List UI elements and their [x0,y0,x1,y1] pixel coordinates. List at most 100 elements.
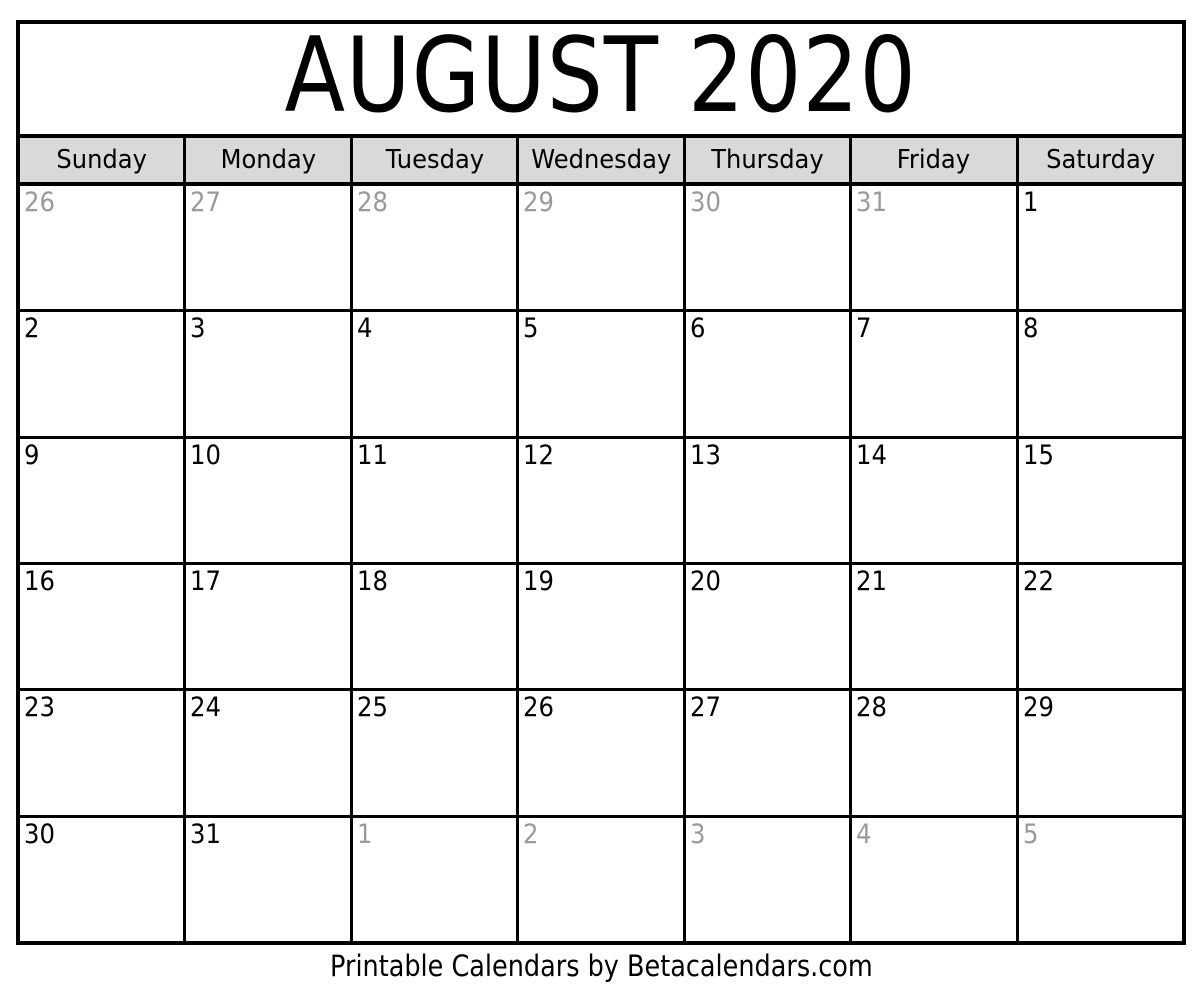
day-cell[interactable]: 10 [186,438,353,562]
weekday-label: Wednesday [530,145,671,175]
day-cell[interactable]: 21 [852,564,1019,689]
day-cell[interactable]: 9 [20,438,187,562]
day-cell[interactable]: 27 [186,186,353,310]
weekday-header-monday: Monday [186,138,353,182]
day-cell[interactable]: 19 [519,564,686,689]
day-cell[interactable]: 1 [1018,186,1182,310]
day-number: 24 [190,692,222,724]
weekday-label: Sunday [56,145,147,175]
day-number: 5 [523,313,539,345]
weekday-label: Thursday [711,145,824,175]
week-row: 23 24 25 26 27 28 29 [20,691,1182,818]
week-row: 26 27 28 29 30 31 1 [20,186,1182,313]
day-number: 12 [523,439,555,471]
day-cell[interactable]: 29 [519,186,686,310]
weekday-label: Monday [220,145,316,175]
day-number: 5 [1022,818,1038,850]
day-number: 1 [1022,187,1038,218]
day-number: 2 [24,313,40,345]
footer: Printable Calendars by Betacalendars.com [0,952,1202,981]
day-cell[interactable]: 31 [852,186,1019,310]
weekday-header-saturday: Saturday [1018,138,1182,182]
day-number: 10 [190,439,222,471]
day-cell[interactable]: 20 [685,564,853,689]
day-number: 21 [856,565,888,597]
day-number: 19 [523,565,555,597]
weekday-header-row: Sunday Monday Tuesday Wednesday Thursday… [20,138,1182,186]
day-cell[interactable]: 23 [20,691,187,815]
day-cell[interactable]: 18 [352,564,520,689]
day-cell[interactable]: 4 [852,817,1019,941]
day-number: 15 [1022,439,1054,471]
day-number: 28 [356,187,388,218]
day-cell[interactable]: 17 [186,564,353,689]
day-number: 11 [356,439,388,471]
day-number: 7 [856,313,872,345]
day-number: 8 [1022,313,1038,345]
day-cell[interactable]: 30 [685,186,853,310]
day-cell[interactable]: 22 [1018,564,1182,689]
day-cell[interactable]: 8 [1018,312,1182,436]
day-cell[interactable]: 24 [186,691,353,815]
week-row: 30 31 1 2 3 4 5 [20,817,1182,941]
day-number: 30 [24,818,55,850]
footer-credit-text: Printable Calendars by Betacalendars.com [329,949,873,983]
day-cell[interactable]: 6 [685,312,853,436]
day-cell[interactable]: 27 [685,691,853,815]
day-number: 16 [24,565,55,597]
day-cell[interactable]: 25 [352,691,520,815]
day-number: 4 [856,818,872,850]
day-cell[interactable]: 30 [20,817,187,941]
day-cell[interactable]: 2 [519,817,686,941]
day-cell[interactable]: 3 [186,312,353,436]
day-cell[interactable]: 7 [852,312,1019,436]
day-number: 29 [1022,692,1054,724]
calendar-page: AUGUST 2020 Sunday Monday Tuesday Wednes… [0,0,1202,995]
day-cell[interactable]: 3 [685,817,853,941]
weekday-header-sunday: Sunday [20,138,187,182]
day-number: 18 [356,565,388,597]
day-cell[interactable]: 15 [1018,438,1182,562]
day-cell[interactable]: 5 [519,312,686,436]
day-number: 9 [24,439,40,471]
day-cell[interactable]: 2 [20,312,187,436]
weekday-label: Saturday [1045,145,1155,175]
weekday-header-wednesday: Wednesday [519,138,686,182]
week-row: 9 10 11 12 13 14 15 [20,438,1182,565]
day-cell[interactable]: 28 [352,186,520,310]
weekday-label: Tuesday [385,145,484,175]
weekday-header-friday: Friday [852,138,1019,182]
day-number: 22 [1022,565,1054,597]
day-cell[interactable]: 26 [519,691,686,815]
day-number: 17 [190,565,222,597]
calendar-weeks-body: 26 27 28 29 30 31 1 2 3 4 5 6 7 8 9 10 1… [20,186,1182,941]
day-number: 4 [356,313,373,345]
day-cell[interactable]: 29 [1018,691,1182,815]
week-row: 16 17 18 19 20 21 22 [20,564,1182,692]
day-cell[interactable]: 4 [352,312,520,436]
day-cell[interactable]: 12 [519,438,686,562]
day-number: 13 [689,439,721,471]
day-cell[interactable]: 5 [1018,817,1182,941]
page-title: AUGUST 2020 [284,24,918,136]
day-cell[interactable]: 13 [685,438,853,562]
day-number: 1 [356,818,373,850]
day-cell[interactable]: 1 [352,817,520,941]
day-cell[interactable]: 31 [186,817,353,941]
day-number: 25 [356,692,388,724]
day-number: 26 [523,692,555,724]
day-number: 29 [523,187,555,218]
day-number: 31 [190,818,222,850]
weekday-header-thursday: Thursday [685,138,853,182]
day-cell[interactable]: 16 [20,564,187,689]
day-cell[interactable]: 26 [20,186,187,310]
day-number: 20 [689,565,721,597]
day-cell[interactable]: 11 [352,438,520,562]
day-cell[interactable]: 14 [852,438,1019,562]
day-number: 27 [190,187,222,218]
day-cell[interactable]: 28 [852,691,1019,815]
weekday-label: Friday [897,145,971,175]
week-row: 2 3 4 5 6 7 8 [20,312,1182,439]
day-number: 28 [856,692,888,724]
day-number: 3 [190,313,206,345]
